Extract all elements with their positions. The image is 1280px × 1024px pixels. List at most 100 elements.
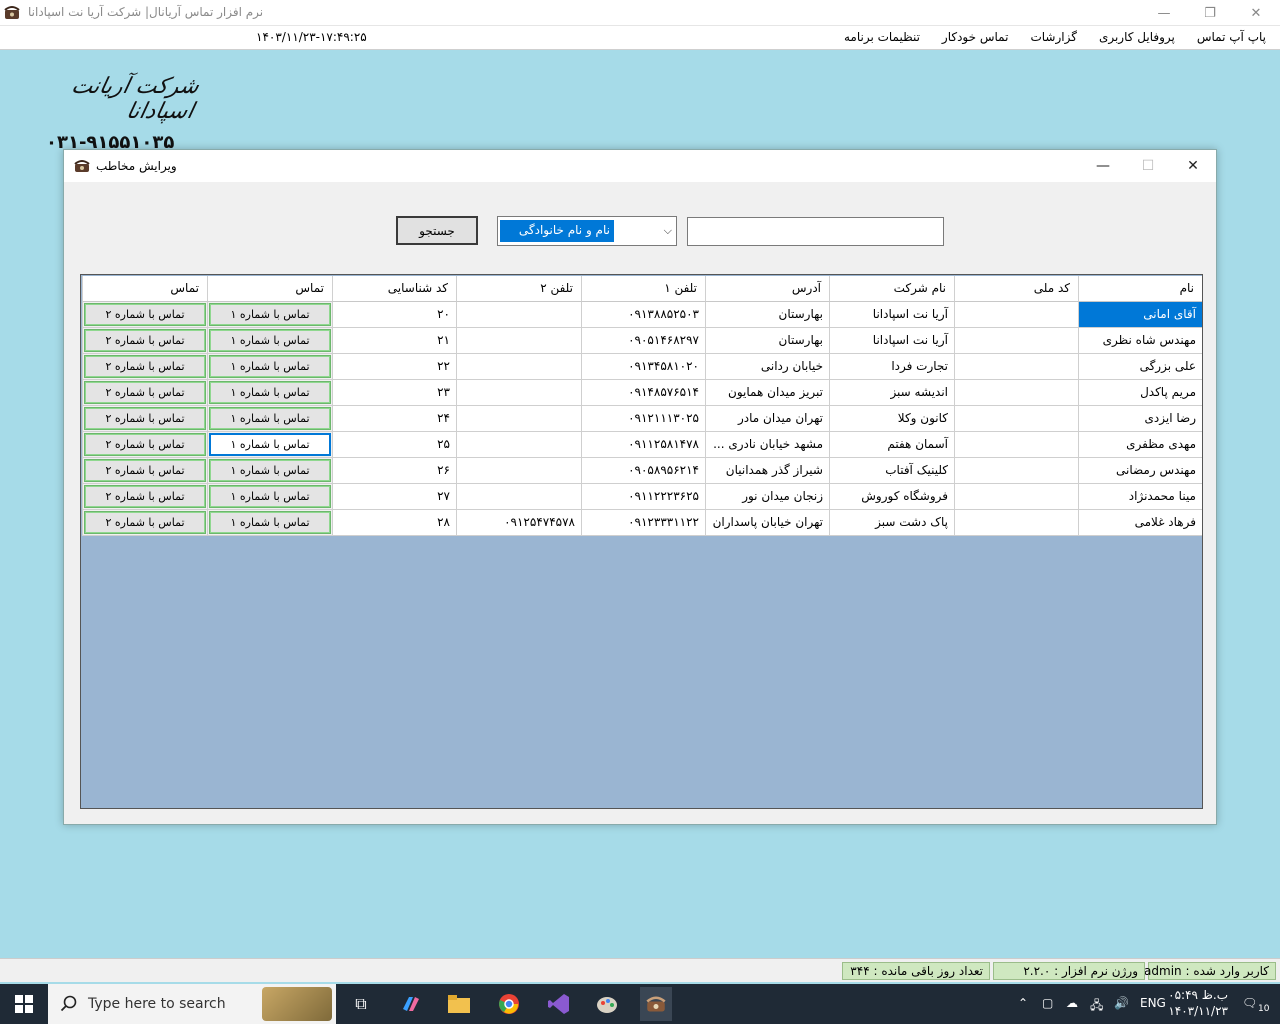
tray-device-icon[interactable]: ▢ <box>1042 996 1053 1010</box>
cell-name[interactable]: مهدی مظفری <box>1078 432 1202 458</box>
menu-reports[interactable]: گزارشات <box>1026 30 1080 44</box>
table-row[interactable]: مهندس شاه نظری آریا نت اسپادانا بهارستان ۰۹… <box>82 328 1202 354</box>
minimize-button[interactable]: — <box>1141 0 1187 26</box>
cell-national-id[interactable] <box>954 484 1078 510</box>
cell-name[interactable]: مهندس رمضانی <box>1078 458 1202 484</box>
table-row[interactable]: مریم پاکدل اندیشه سبز تبریز میدان همایون ۰۹… <box>82 380 1202 406</box>
column-header-code[interactable]: کد شناسایی <box>332 276 456 302</box>
column-header-phone2[interactable]: تلفن ۲ <box>456 276 581 302</box>
cell-name[interactable]: آقای امانی <box>1078 302 1202 328</box>
cell-address[interactable]: بهارستان <box>705 302 829 328</box>
call-number1-button[interactable]: تماس با شماره ۱ <box>209 303 331 326</box>
cell-company[interactable]: پاک دشت سبز <box>829 510 954 536</box>
visual-studio-icon[interactable] <box>545 990 573 1018</box>
onedrive-cloud-icon[interactable]: ☁ <box>1066 996 1078 1010</box>
cell-code[interactable]: ۲۳ <box>332 380 456 406</box>
cell-national-id[interactable] <box>954 354 1078 380</box>
table-row[interactable]: آقای امانی آریا نت اسپادانا بهارستان ۰۹۱۳۸۸… <box>82 302 1202 328</box>
column-header-name[interactable]: نام <box>1078 276 1202 302</box>
chevron-down-icon[interactable]: ⌵ <box>664 224 672 238</box>
call-number1-button[interactable]: تماس با شماره ۱ <box>209 485 331 508</box>
column-header-phone1[interactable]: تلفن ۱ <box>581 276 705 302</box>
cell-code[interactable]: ۲۲ <box>332 354 456 380</box>
cell-phone2[interactable] <box>456 406 581 432</box>
cell-address[interactable]: تبریز میدان همایون <box>705 380 829 406</box>
call-number1-button[interactable]: تماس با شماره ۱ <box>209 329 331 352</box>
cell-phone2[interactable]: ۰۹۱۲۵۴۷۴۵۷۸ <box>456 510 581 536</box>
call-number2-button[interactable]: تماس با شماره ۲ <box>84 303 206 326</box>
cell-company[interactable]: کلینیک آفتاب <box>829 458 954 484</box>
search-button[interactable]: جستجو <box>396 216 478 245</box>
cell-code[interactable]: ۲۷ <box>332 484 456 510</box>
column-header-call2[interactable]: تماس <box>82 276 207 302</box>
call-number1-button[interactable]: تماس با شماره ۱ <box>209 511 331 534</box>
cell-phone1[interactable]: ۰۹۱۱۲۵۸۱۴۷۸ <box>581 432 705 458</box>
search-input[interactable] <box>687 217 944 246</box>
table-row[interactable]: مینا محمدنژاد فروشگاه کوروش زنجان میدان نو… <box>82 484 1202 510</box>
search-field-select[interactable]: نام و نام خانوادگی ⌵ <box>497 216 677 246</box>
column-header-national-id[interactable]: کد ملی <box>954 276 1078 302</box>
cell-national-id[interactable] <box>954 458 1078 484</box>
table-row[interactable]: علی بزرگی تجارت فردا خیابان ردانی ۰۹۱۳۴۵۸۱۰… <box>82 354 1202 380</box>
cell-phone2[interactable] <box>456 302 581 328</box>
table-row[interactable]: رضا ایزدی کانون وکلا تهران میدان مادر ۰۹۱۲۱… <box>82 406 1202 432</box>
cell-address[interactable]: شیراز گذر همدانیان <box>705 458 829 484</box>
cell-code[interactable]: ۲۵ <box>332 432 456 458</box>
volume-icon[interactable]: 🔊 <box>1114 996 1129 1010</box>
chrome-icon[interactable] <box>495 990 523 1018</box>
cell-company[interactable]: کانون وکلا <box>829 406 954 432</box>
windows-start-button[interactable] <box>0 984 48 1024</box>
call-number2-button[interactable]: تماس با شماره ۲ <box>84 433 206 456</box>
input-language[interactable]: ENG <box>1140 996 1166 1010</box>
table-row[interactable]: مهندس رمضانی کلینیک آفتاب شیراز گذر همدانی… <box>82 458 1202 484</box>
column-header-address[interactable]: آدرس <box>705 276 829 302</box>
cell-company[interactable]: تجارت فردا <box>829 354 954 380</box>
cell-code[interactable]: ۲۴ <box>332 406 456 432</box>
cell-company[interactable]: آریا نت اسپادانا <box>829 328 954 354</box>
menu-call-popup[interactable]: پاپ آپ تماس <box>1193 30 1270 44</box>
cell-company[interactable]: اندیشه سبز <box>829 380 954 406</box>
table-row[interactable]: مهدی مظفری آسمان هفتم مشهد خیابان نادری ..… <box>82 432 1202 458</box>
file-explorer-icon[interactable] <box>445 990 473 1018</box>
table-row[interactable]: فرهاد غلامی پاک دشت سبز تهران خیابان پاسدا… <box>82 510 1202 536</box>
cell-company[interactable]: فروشگاه کوروش <box>829 484 954 510</box>
call-number2-button[interactable]: تماس با شماره ۲ <box>84 485 206 508</box>
cell-phone1[interactable]: ۰۹۱۳۸۸۵۲۵۰۳ <box>581 302 705 328</box>
cell-phone2[interactable] <box>456 432 581 458</box>
cell-address[interactable]: تهران میدان مادر <box>705 406 829 432</box>
paint-icon[interactable] <box>593 990 621 1018</box>
tray-chevron-up-icon[interactable]: ⌃ <box>1018 996 1028 1010</box>
cell-code[interactable]: ۲۸ <box>332 510 456 536</box>
cell-national-id[interactable] <box>954 510 1078 536</box>
close-button[interactable]: ✕ <box>1233 0 1279 26</box>
cell-code[interactable]: ۲۰ <box>332 302 456 328</box>
cell-phone1[interactable]: ۰۹۱۲۳۳۳۱۱۲۲ <box>581 510 705 536</box>
cell-code[interactable]: ۲۱ <box>332 328 456 354</box>
cell-name[interactable]: علی بزرگی <box>1078 354 1202 380</box>
cell-name[interactable]: مهندس شاه نظری <box>1078 328 1202 354</box>
cell-phone2[interactable] <box>456 380 581 406</box>
cell-national-id[interactable] <box>954 432 1078 458</box>
cell-national-id[interactable] <box>954 380 1078 406</box>
column-header-company[interactable]: نام شرکت <box>829 276 954 302</box>
cell-phone2[interactable] <box>456 484 581 510</box>
menu-user-profile[interactable]: پروفایل کاربری <box>1095 30 1179 44</box>
cell-code[interactable]: ۲۶ <box>332 458 456 484</box>
copilot-icon[interactable] <box>397 990 425 1018</box>
maximize-button[interactable]: ❐ <box>1187 0 1233 26</box>
call-number2-button[interactable]: تماس با شماره ۲ <box>84 511 206 534</box>
cell-address[interactable]: بهارستان <box>705 328 829 354</box>
notification-icon[interactable]: 🗨 <box>1242 996 1257 1010</box>
menu-settings[interactable]: تنظیمات برنامه <box>840 30 924 44</box>
cell-name[interactable]: فرهاد غلامی <box>1078 510 1202 536</box>
cell-phone2[interactable] <box>456 328 581 354</box>
cell-national-id[interactable] <box>954 302 1078 328</box>
taskbar-clock[interactable]: ب.ظ ۰۵:۴۹ ۱۴۰۳/۱۱/۲۳ <box>1168 987 1228 1019</box>
cell-phone1[interactable]: ۰۹۰۵۱۴۶۸۲۹۷ <box>581 328 705 354</box>
app-taskbar-button[interactable] <box>640 987 672 1021</box>
call-number2-button[interactable]: تماس با شماره ۲ <box>84 407 206 430</box>
cell-address[interactable]: زنجان میدان نور <box>705 484 829 510</box>
call-number2-button[interactable]: تماس با شماره ۲ <box>84 381 206 404</box>
dialog-maximize-button[interactable]: ☐ <box>1125 150 1171 182</box>
cell-address[interactable]: تهران خیابان پاسداران <box>705 510 829 536</box>
